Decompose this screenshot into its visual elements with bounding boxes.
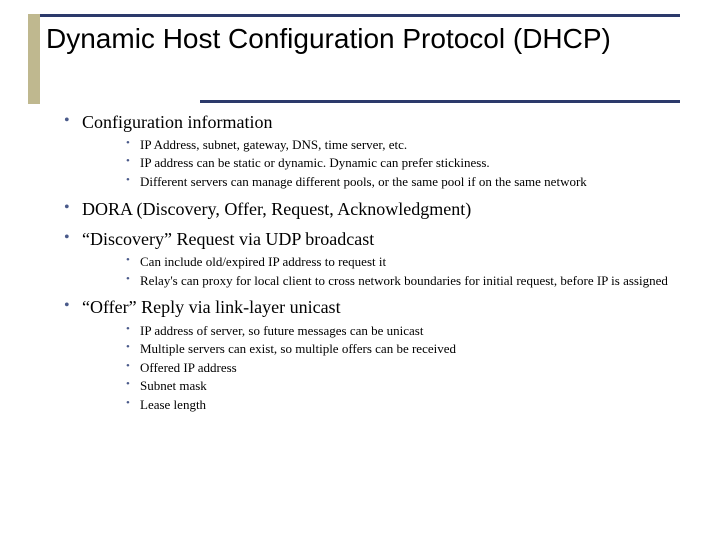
- sub-list-item: Multiple servers can exist, so multiple …: [124, 340, 680, 358]
- bullet-list: Configuration information IP Address, su…: [60, 110, 680, 414]
- sub-list-item: Different servers can manage different p…: [124, 173, 680, 191]
- sub-list-item: IP Address, subnet, gateway, DNS, time s…: [124, 136, 680, 154]
- title-accent-bar: [28, 14, 40, 104]
- title-block: Dynamic Host Configuration Protocol (DHC…: [0, 0, 720, 64]
- list-item-text: “Discovery” Request via UDP broadcast: [82, 229, 374, 249]
- list-item: DORA (Discovery, Offer, Request, Acknowl…: [60, 197, 680, 221]
- sub-list-item: Offered IP address: [124, 359, 680, 377]
- list-item: “Offer” Reply via link-layer unicast IP …: [60, 295, 680, 413]
- list-item: “Discovery” Request via UDP broadcast Ca…: [60, 227, 680, 289]
- sub-list-item: Relay's can proxy for local client to cr…: [124, 272, 680, 290]
- list-item-text: DORA (Discovery, Offer, Request, Acknowl…: [82, 199, 471, 219]
- title-bottom-rule: [200, 100, 680, 103]
- sub-list-item: Lease length: [124, 396, 680, 414]
- sub-list: IP Address, subnet, gateway, DNS, time s…: [124, 136, 680, 191]
- list-item-text: “Offer” Reply via link-layer unicast: [82, 297, 341, 317]
- list-item: Configuration information IP Address, su…: [60, 110, 680, 191]
- sub-list-item: IP address of server, so future messages…: [124, 322, 680, 340]
- slide-body: Configuration information IP Address, su…: [0, 64, 720, 414]
- sub-list-item: Can include old/expired IP address to re…: [124, 253, 680, 271]
- list-item-text: Configuration information: [82, 112, 272, 132]
- sub-list-item: Subnet mask: [124, 377, 680, 395]
- sub-list: IP address of server, so future messages…: [124, 322, 680, 414]
- sub-list: Can include old/expired IP address to re…: [124, 253, 680, 289]
- sub-list-item: IP address can be static or dynamic. Dyn…: [124, 154, 680, 172]
- title-top-rule: [40, 14, 680, 17]
- slide-title: Dynamic Host Configuration Protocol (DHC…: [46, 22, 680, 56]
